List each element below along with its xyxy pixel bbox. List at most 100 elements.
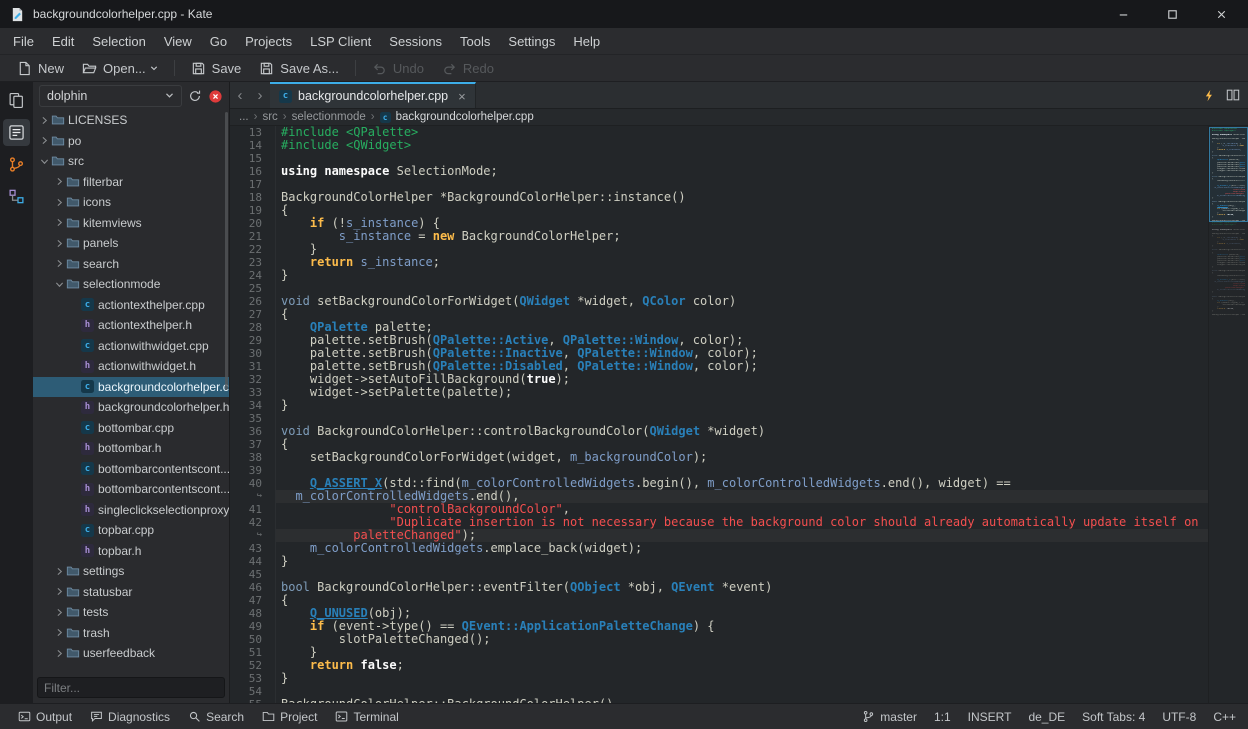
git-branch-status[interactable]: master — [862, 710, 917, 724]
tree-item-src[interactable]: src — [33, 151, 229, 172]
tree-item-topbar-h[interactable]: htopbar.h — [33, 541, 229, 562]
close-project-button[interactable] — [208, 89, 223, 104]
tree-item-selectionmode[interactable]: selectionmode — [33, 274, 229, 295]
expander-icon[interactable] — [53, 608, 66, 617]
tab-close-icon[interactable]: × — [458, 89, 466, 104]
breadcrumb-selectionmode[interactable]: selectionmode — [292, 111, 366, 123]
code-text[interactable]: setBackgroundColorForWidget(widget, m_ba… — [276, 451, 1208, 464]
tree-item-backgroundcolorhelper-c[interactable]: cbackgroundcolorhelper.c... — [33, 377, 229, 398]
tree-item-bottombarcontentscont[interactable]: hbottombarcontentscont... — [33, 479, 229, 500]
nav-back-icon[interactable]: ‹ — [230, 82, 250, 108]
expander-icon[interactable] — [53, 567, 66, 576]
close-button[interactable] — [1215, 8, 1228, 21]
quick-open-icon[interactable] — [1203, 89, 1216, 102]
menu-tools[interactable]: Tools — [451, 30, 499, 53]
maximize-button[interactable] — [1166, 8, 1179, 21]
code-text[interactable]: } — [276, 269, 1208, 282]
expander-icon[interactable] — [53, 259, 66, 268]
new-button[interactable]: New — [8, 58, 73, 79]
sidebar-tool-git[interactable] — [3, 151, 30, 178]
search-button[interactable]: Search — [180, 707, 252, 727]
tree-item-singleclickselectionproxy[interactable]: hsingleclickselectionproxy... — [33, 500, 229, 521]
tree-item-filterbar[interactable]: filterbar — [33, 172, 229, 193]
save-as-button[interactable]: Save As... — [250, 58, 348, 79]
code-text[interactable]: } — [276, 555, 1208, 568]
code-text[interactable]: return s_instance; — [276, 256, 1208, 269]
expander-icon[interactable] — [53, 628, 66, 637]
code-text[interactable]: BackgroundColorHelper *BackgroundColorHe… — [276, 191, 1208, 204]
code-text[interactable]: using namespace SelectionMode; — [276, 165, 1208, 178]
code-text[interactable]: } — [276, 646, 1208, 659]
code-text[interactable]: #include <QPalette> — [276, 126, 1208, 139]
cursor-position-status[interactable]: 1:1 — [934, 710, 951, 724]
tree-item-backgroundcolorhelper-h[interactable]: hbackgroundcolorhelper.h — [33, 397, 229, 418]
menu-selection[interactable]: Selection — [83, 30, 154, 53]
expander-icon[interactable] — [53, 587, 66, 596]
code-text[interactable]: } — [276, 672, 1208, 685]
expander-icon[interactable] — [53, 218, 66, 227]
encoding-status[interactable]: UTF-8 — [1162, 710, 1196, 724]
expander-icon[interactable] — [38, 116, 51, 125]
code-text[interactable]: bool BackgroundColorHelper::eventFilter(… — [276, 581, 1208, 594]
tree-item-userfeedback[interactable]: userfeedback — [33, 643, 229, 664]
save-button[interactable]: Save — [182, 58, 251, 79]
code-text[interactable]: m_colorControlledWidgets.emplace_back(wi… — [276, 542, 1208, 555]
terminal-button[interactable]: Terminal — [327, 707, 406, 727]
minimize-button[interactable] — [1117, 8, 1130, 21]
expander-icon[interactable] — [53, 280, 66, 289]
expander-icon[interactable] — [53, 239, 66, 248]
tree-item-tests[interactable]: tests — [33, 602, 229, 623]
sidebar-tool-documents[interactable] — [3, 87, 30, 114]
menu-go[interactable]: Go — [201, 30, 236, 53]
code-text[interactable]: } — [276, 399, 1208, 412]
expander-icon[interactable] — [38, 157, 51, 166]
menu-help[interactable]: Help — [564, 30, 609, 53]
refresh-button[interactable] — [188, 89, 202, 103]
tree-item-actionwithwidget-h[interactable]: hactionwithwidget.h — [33, 356, 229, 377]
open-button[interactable]: Open... — [73, 58, 167, 79]
tree-item-actionwithwidget-cpp[interactable]: cactionwithwidget.cpp — [33, 336, 229, 357]
tree-item-bottombarcontentscont[interactable]: cbottombarcontentscont... — [33, 459, 229, 480]
code-text[interactable]: s_instance = new BackgroundColorHelper; — [276, 230, 1208, 243]
minimap[interactable]: #include <QPalette>#include <QWidget>usi… — [1208, 126, 1248, 703]
expander-icon[interactable] — [53, 649, 66, 658]
output-button[interactable]: Output — [10, 707, 80, 727]
menu-view[interactable]: View — [155, 30, 201, 53]
tree-item-actiontexthelper-cpp[interactable]: cactiontexthelper.cpp — [33, 295, 229, 316]
input-mode-status[interactable]: INSERT — [968, 710, 1012, 724]
nav-forward-icon[interactable]: › — [250, 82, 270, 108]
minimap-viewport[interactable] — [1209, 127, 1248, 222]
expander-icon[interactable] — [38, 136, 51, 145]
filter-input[interactable] — [37, 677, 225, 698]
menu-lsp-client[interactable]: LSP Client — [301, 30, 380, 53]
tree-item-statusbar[interactable]: statusbar — [33, 582, 229, 603]
tree-item-kitemviews[interactable]: kitemviews — [33, 213, 229, 234]
highlight-mode-status[interactable]: C++ — [1213, 710, 1236, 724]
tree-item-topbar-cpp[interactable]: ctopbar.cpp — [33, 520, 229, 541]
menu-edit[interactable]: Edit — [43, 30, 83, 53]
tree-item-actiontexthelper-h[interactable]: hactiontexthelper.h — [33, 315, 229, 336]
split-view-icon[interactable] — [1226, 88, 1240, 102]
tab-backgroundcolorhelper-cpp[interactable]: c backgroundcolorhelper.cpp × — [270, 82, 476, 108]
tree-item-bottombar-h[interactable]: hbottombar.h — [33, 438, 229, 459]
tree-item-panels[interactable]: panels — [33, 233, 229, 254]
menu-file[interactable]: File — [4, 30, 43, 53]
menu-sessions[interactable]: Sessions — [380, 30, 451, 53]
code-text[interactable]: { — [276, 594, 1208, 607]
sidebar-tool-projects[interactable] — [3, 119, 30, 146]
sidebar-tool-symbols[interactable] — [3, 183, 30, 210]
tab-mode-status[interactable]: Soft Tabs: 4 — [1082, 710, 1145, 724]
breadcrumb-[interactable]: ... — [239, 111, 249, 123]
code-text[interactable]: void BackgroundColorHelper::controlBackg… — [276, 425, 1208, 438]
expander-icon[interactable] — [53, 177, 66, 186]
tree-item-icons[interactable]: icons — [33, 192, 229, 213]
tree-item-trash[interactable]: trash — [33, 623, 229, 644]
code-text[interactable]: #include <QWidget> — [276, 139, 1208, 152]
tree-scrollbar[interactable] — [225, 112, 228, 390]
tree-item-po[interactable]: po — [33, 131, 229, 152]
project-button[interactable]: Project — [254, 707, 325, 727]
tree-item-licenses[interactable]: LICENSES — [33, 110, 229, 131]
tree-item-search[interactable]: search — [33, 254, 229, 275]
code-text[interactable]: widget->setPalette(palette); — [276, 386, 1208, 399]
project-selector[interactable]: dolphin — [39, 85, 182, 107]
